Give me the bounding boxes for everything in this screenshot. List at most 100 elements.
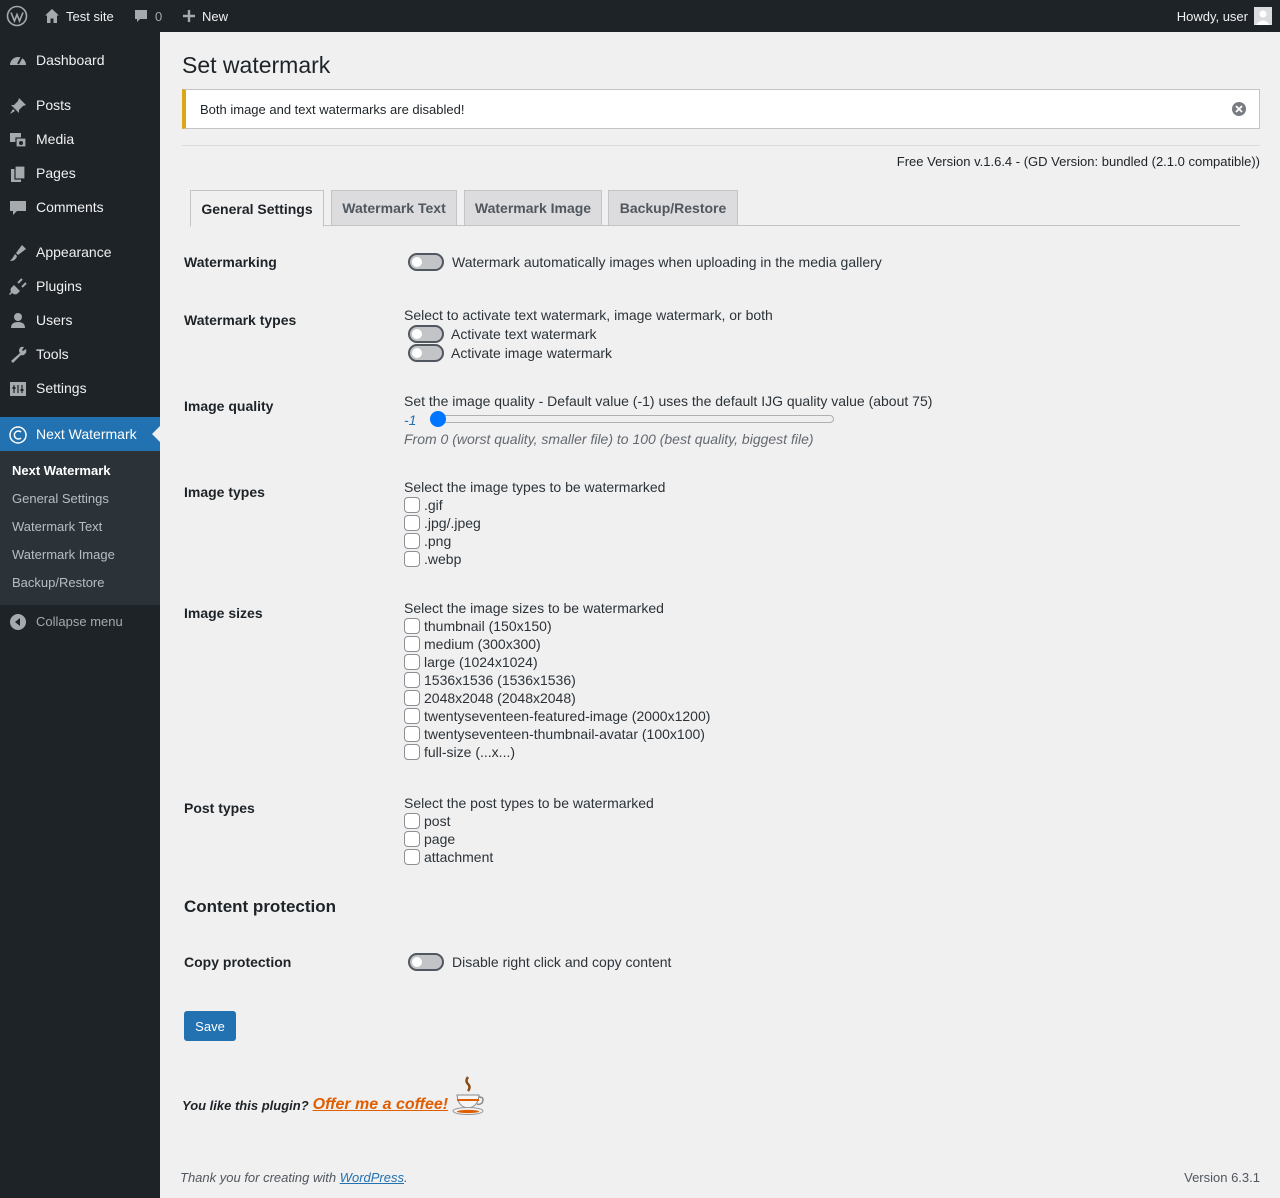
settings-tabs: General Settings Watermark Text Watermar… xyxy=(190,190,1240,227)
checkbox[interactable] xyxy=(404,672,420,688)
menu-next-watermark[interactable]: Next Watermark xyxy=(0,417,160,451)
option-label: thumbnail (150x150) xyxy=(424,618,552,634)
checkbox[interactable] xyxy=(404,533,420,549)
watermarking-field: Watermark automatically images when uplo… xyxy=(404,252,882,272)
checkbox[interactable] xyxy=(404,849,420,865)
option-label: page xyxy=(424,831,456,847)
menu-comments[interactable]: Comments xyxy=(0,190,160,224)
slider-thumb[interactable] xyxy=(430,411,446,427)
submenu-watermark-text[interactable]: Watermark Text xyxy=(12,519,102,534)
comments-link[interactable]: 0 xyxy=(133,0,162,32)
option-label: 2048x2048 (2048x2048) xyxy=(424,690,576,706)
image-type-option[interactable]: .gif xyxy=(404,496,665,514)
post-type-option[interactable]: attachment xyxy=(404,848,654,866)
submenu-backup-restore[interactable]: Backup/Restore xyxy=(12,575,105,590)
watermarking-text: Watermark automatically images when uplo… xyxy=(452,254,882,270)
watermarking-toggle[interactable] xyxy=(408,253,444,271)
image-type-option[interactable]: .jpg/.jpeg xyxy=(404,514,665,532)
checkbox[interactable] xyxy=(404,618,420,634)
tab-watermark-text[interactable]: Watermark Text xyxy=(331,190,457,226)
menu-label: Appearance xyxy=(36,244,112,260)
my-account-link[interactable]: Howdy, user xyxy=(1177,0,1272,32)
menu-media[interactable]: Media xyxy=(0,122,160,156)
main-content: Set watermark Both image and text waterm… xyxy=(160,32,1280,1198)
quality-description: Set the image quality - Default value (-… xyxy=(404,393,933,409)
divider xyxy=(182,145,1260,146)
image-size-option[interactable]: 2048x2048 (2048x2048) xyxy=(404,689,710,707)
option-label: .jpg/.jpeg xyxy=(424,515,481,531)
checkbox[interactable] xyxy=(404,831,420,847)
notice-text: Both image and text watermarks are disab… xyxy=(200,101,465,117)
checkbox[interactable] xyxy=(404,744,420,760)
admin-bar: Test site 0 New Howdy, user xyxy=(0,0,1280,32)
option-label: .png xyxy=(424,533,452,549)
option-label: attachment xyxy=(424,849,494,865)
tab-backup-restore[interactable]: Backup/Restore xyxy=(608,190,738,226)
image-watermark-toggle[interactable] xyxy=(408,343,444,362)
quality-slider[interactable] xyxy=(430,411,834,427)
image-size-option[interactable]: 1536x1536 (1536x1536) xyxy=(404,671,710,689)
checkbox[interactable] xyxy=(404,813,420,829)
watermark-types-field: Select to activate text watermark, image… xyxy=(404,306,773,362)
copy-protection-text: Disable right click and copy content xyxy=(452,954,672,970)
post-type-option[interactable]: post xyxy=(404,812,654,830)
save-button[interactable]: Save xyxy=(184,1011,236,1041)
wordpress-logo-icon[interactable] xyxy=(6,0,28,32)
coffee-link[interactable]: Offer me a coffee! xyxy=(313,1096,448,1114)
image-size-option[interactable]: twentyseventeen-featured-image (2000x120… xyxy=(404,707,710,725)
image-sizes-label: Image sizes xyxy=(184,605,263,621)
menu-users[interactable]: Users xyxy=(0,303,160,337)
menu-label: Dashboard xyxy=(36,52,105,68)
new-content-link[interactable]: New xyxy=(182,0,228,32)
brush-icon xyxy=(8,243,28,263)
wordpress-link[interactable]: WordPress xyxy=(340,1170,404,1185)
image-size-option[interactable]: twentyseventeen-thumbnail-avatar (100x10… xyxy=(404,725,710,743)
post-type-option[interactable]: page xyxy=(404,830,654,848)
checkbox[interactable] xyxy=(404,708,420,724)
checkbox[interactable] xyxy=(404,636,420,652)
image-size-option[interactable]: large (1024x1024) xyxy=(404,653,710,671)
post-types-field: Select the post types to be watermarked … xyxy=(404,794,654,866)
image-size-option[interactable]: full-size (...x...) xyxy=(404,743,710,761)
menu-tools[interactable]: Tools xyxy=(0,337,160,371)
collapse-menu-button[interactable]: Collapse menu xyxy=(0,607,160,637)
menu-appearance[interactable]: Appearance xyxy=(0,235,160,269)
new-label: New xyxy=(202,8,229,24)
image-size-option[interactable]: medium (300x300) xyxy=(404,635,710,653)
checkbox[interactable] xyxy=(404,726,420,742)
checkbox[interactable] xyxy=(404,497,420,513)
dismiss-icon[interactable] xyxy=(1231,101,1247,117)
menu-label: Posts xyxy=(36,97,72,113)
checkbox[interactable] xyxy=(404,515,420,531)
menu-plugins[interactable]: Plugins xyxy=(0,269,160,303)
copy-protection-field: Disable right click and copy content xyxy=(404,952,671,972)
comments-count: 0 xyxy=(155,8,163,24)
submenu-watermark-image[interactable]: Watermark Image xyxy=(12,547,115,562)
text-watermark-toggle[interactable] xyxy=(408,324,444,343)
comment-icon xyxy=(135,10,147,22)
menu-pages[interactable]: Pages xyxy=(0,156,160,190)
menu-dashboard[interactable]: Dashboard xyxy=(0,43,160,77)
menu-label: Media xyxy=(36,131,75,147)
image-type-option[interactable]: .png xyxy=(404,532,665,550)
checkbox[interactable] xyxy=(404,690,420,706)
image-size-option[interactable]: thumbnail (150x150) xyxy=(404,617,710,635)
tab-general-settings[interactable]: General Settings xyxy=(190,190,324,227)
site-name-link[interactable]: Test site xyxy=(44,0,114,32)
tab-watermark-image[interactable]: Watermark Image xyxy=(464,190,602,226)
home-icon xyxy=(45,9,59,23)
footer-thanks: Thank you for creating with WordPress. xyxy=(180,1170,408,1185)
watermarking-label: Watermarking xyxy=(184,254,277,270)
image-type-option[interactable]: .webp xyxy=(404,550,665,568)
submenu-general-settings[interactable]: General Settings xyxy=(12,491,109,506)
menu-posts[interactable]: Posts xyxy=(0,88,160,122)
submenu-next-watermark[interactable]: Next Watermark xyxy=(12,463,111,478)
checkbox[interactable] xyxy=(404,654,420,670)
option-label: large (1024x1024) xyxy=(424,654,538,670)
menu-settings[interactable]: Settings xyxy=(0,371,160,405)
collapse-label: Collapse menu xyxy=(36,614,123,629)
checkbox[interactable] xyxy=(404,551,420,567)
image-sizes-field: Select the image sizes to be watermarked… xyxy=(404,599,710,761)
copy-protection-toggle[interactable] xyxy=(408,953,444,971)
user-icon xyxy=(8,311,28,331)
